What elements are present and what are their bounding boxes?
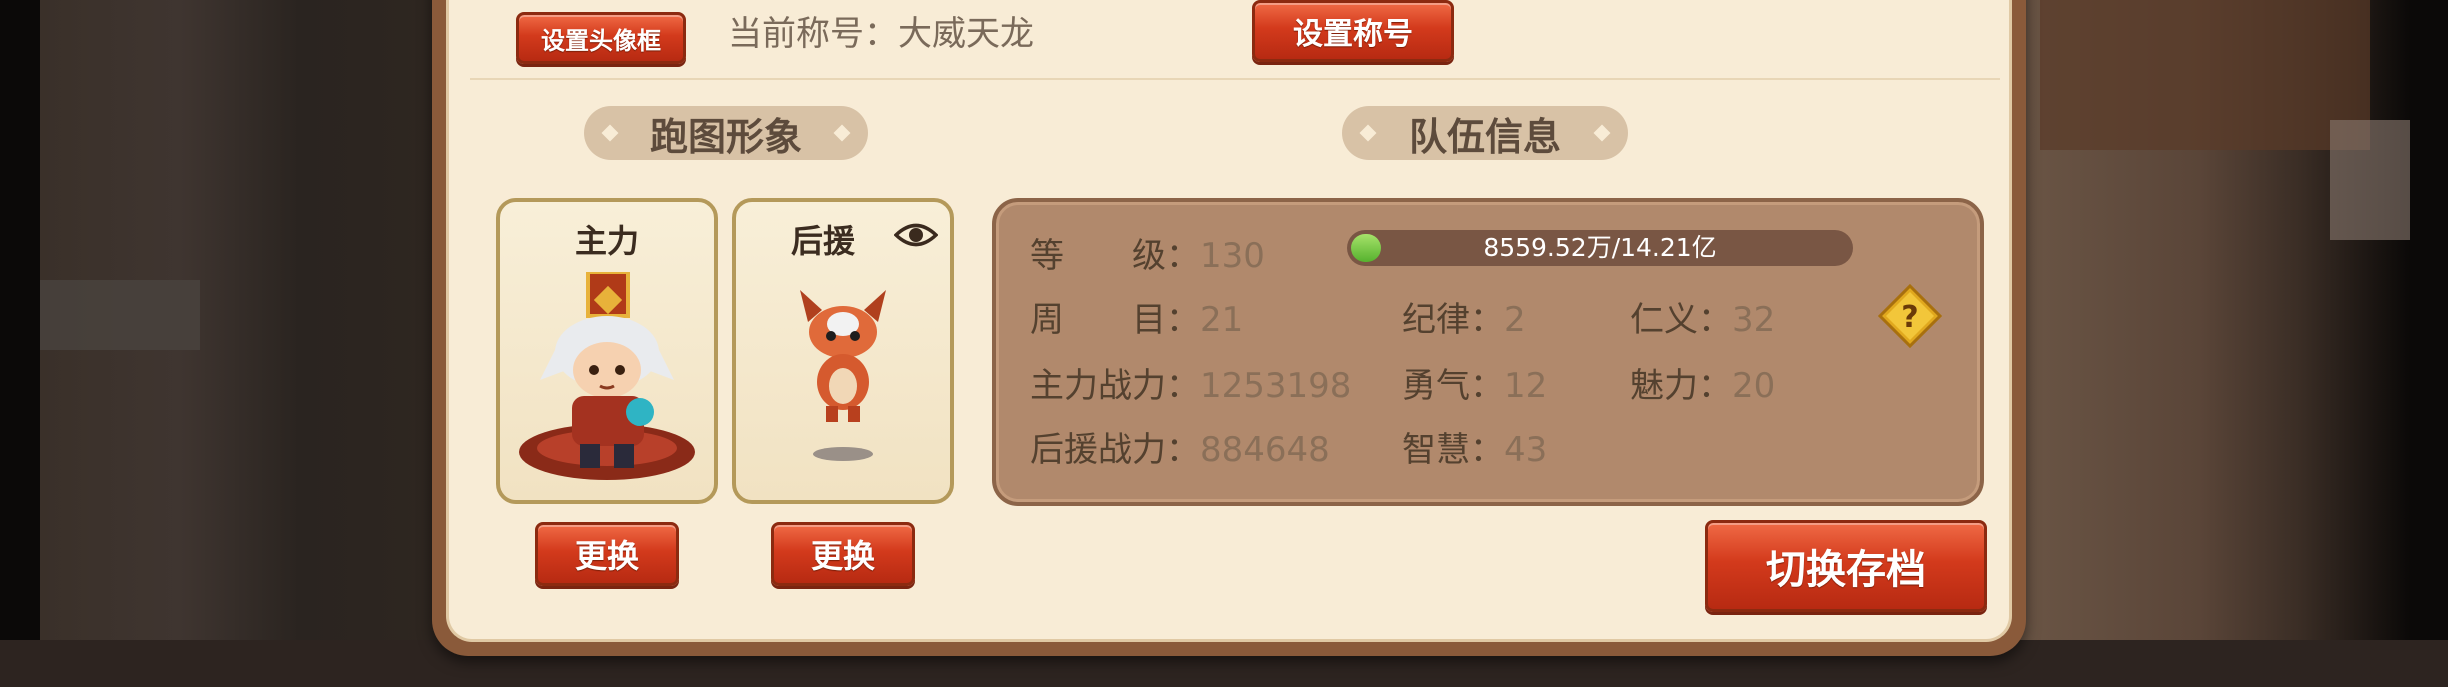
section-team-info-label: 队伍信息 xyxy=(1408,114,1561,159)
level-value: 130 xyxy=(1200,236,1265,276)
benevolence-row: 仁义：32 xyxy=(1630,292,1775,341)
support-power-key: 后援战力： xyxy=(1030,430,1200,470)
question-icon[interactable]: ? xyxy=(1878,284,1942,348)
background-vase xyxy=(2330,120,2410,240)
charm-row: 魅力：20 xyxy=(1630,358,1775,407)
charm-value: 20 xyxy=(1732,366,1776,406)
level-row: 等 级：130 xyxy=(1030,228,1265,277)
current-title-value: 大威天龙 xyxy=(898,14,1034,54)
set-avatar-frame-button[interactable]: 设置头像框 xyxy=(516,12,686,64)
cycle-value: 21 xyxy=(1200,300,1244,340)
diamond-icon xyxy=(1593,124,1611,142)
eye-icon[interactable] xyxy=(894,220,938,250)
current-title: 当前称号：大威天龙 xyxy=(728,6,1034,55)
exp-bar: 8559.52万/14.21亿 xyxy=(1347,230,1853,266)
benevolence-key: 仁义： xyxy=(1630,300,1732,340)
diamond-icon xyxy=(601,124,619,142)
support-character-card[interactable]: 后援 xyxy=(732,198,954,504)
charm-key: 魅力： xyxy=(1630,366,1732,406)
discipline-key: 纪律： xyxy=(1402,300,1504,340)
diamond-icon xyxy=(1359,124,1377,142)
diamond-icon xyxy=(833,124,851,142)
background-shelf xyxy=(40,280,200,350)
set-title-button[interactable]: 设置称号 xyxy=(1252,0,1454,62)
main-power-value: 1253198 xyxy=(1200,366,1352,406)
main-character-sprite xyxy=(519,272,695,480)
support-power-value: 884648 xyxy=(1200,430,1330,470)
support-power-row: 后援战力：884648 xyxy=(1030,422,1330,471)
benevolence-value: 32 xyxy=(1732,300,1776,340)
courage-key: 勇气： xyxy=(1402,366,1504,406)
cycle-row: 周 目：21 xyxy=(1030,292,1243,341)
svg-text:?: ? xyxy=(1901,300,1918,335)
wisdom-value: 43 xyxy=(1504,430,1548,470)
background-cabinet xyxy=(2040,0,2370,150)
main-character-card[interactable]: 主力 xyxy=(496,198,718,504)
wisdom-key: 智慧： xyxy=(1402,430,1504,470)
discipline-row: 纪律：2 xyxy=(1402,292,1526,341)
swap-main-button[interactable]: 更换 xyxy=(535,522,679,586)
courage-row: 勇气：12 xyxy=(1402,358,1547,407)
section-run-image-label: 跑图形象 xyxy=(649,114,802,159)
swap-support-button[interactable]: 更换 xyxy=(771,522,915,586)
section-run-image: 跑图形象 xyxy=(584,106,868,160)
cycle-key: 周 目： xyxy=(1030,300,1200,340)
exp-text: 8559.52万/14.21亿 xyxy=(1483,233,1717,262)
discipline-value: 2 xyxy=(1504,300,1526,340)
main-power-key: 主力战力： xyxy=(1030,366,1200,406)
main-card-label: 主力 xyxy=(574,222,639,260)
courage-value: 12 xyxy=(1504,366,1548,406)
wisdom-row: 智慧：43 xyxy=(1402,422,1547,471)
switch-save-button[interactable]: 切换存档 xyxy=(1705,520,1987,612)
main-power-row: 主力战力：1253198 xyxy=(1030,358,1351,407)
level-key: 等 级： xyxy=(1030,236,1200,276)
section-team-info: 队伍信息 xyxy=(1342,106,1628,160)
header-divider xyxy=(470,78,2000,80)
current-title-label: 当前称号： xyxy=(728,14,898,54)
support-pet-sprite xyxy=(800,290,886,461)
